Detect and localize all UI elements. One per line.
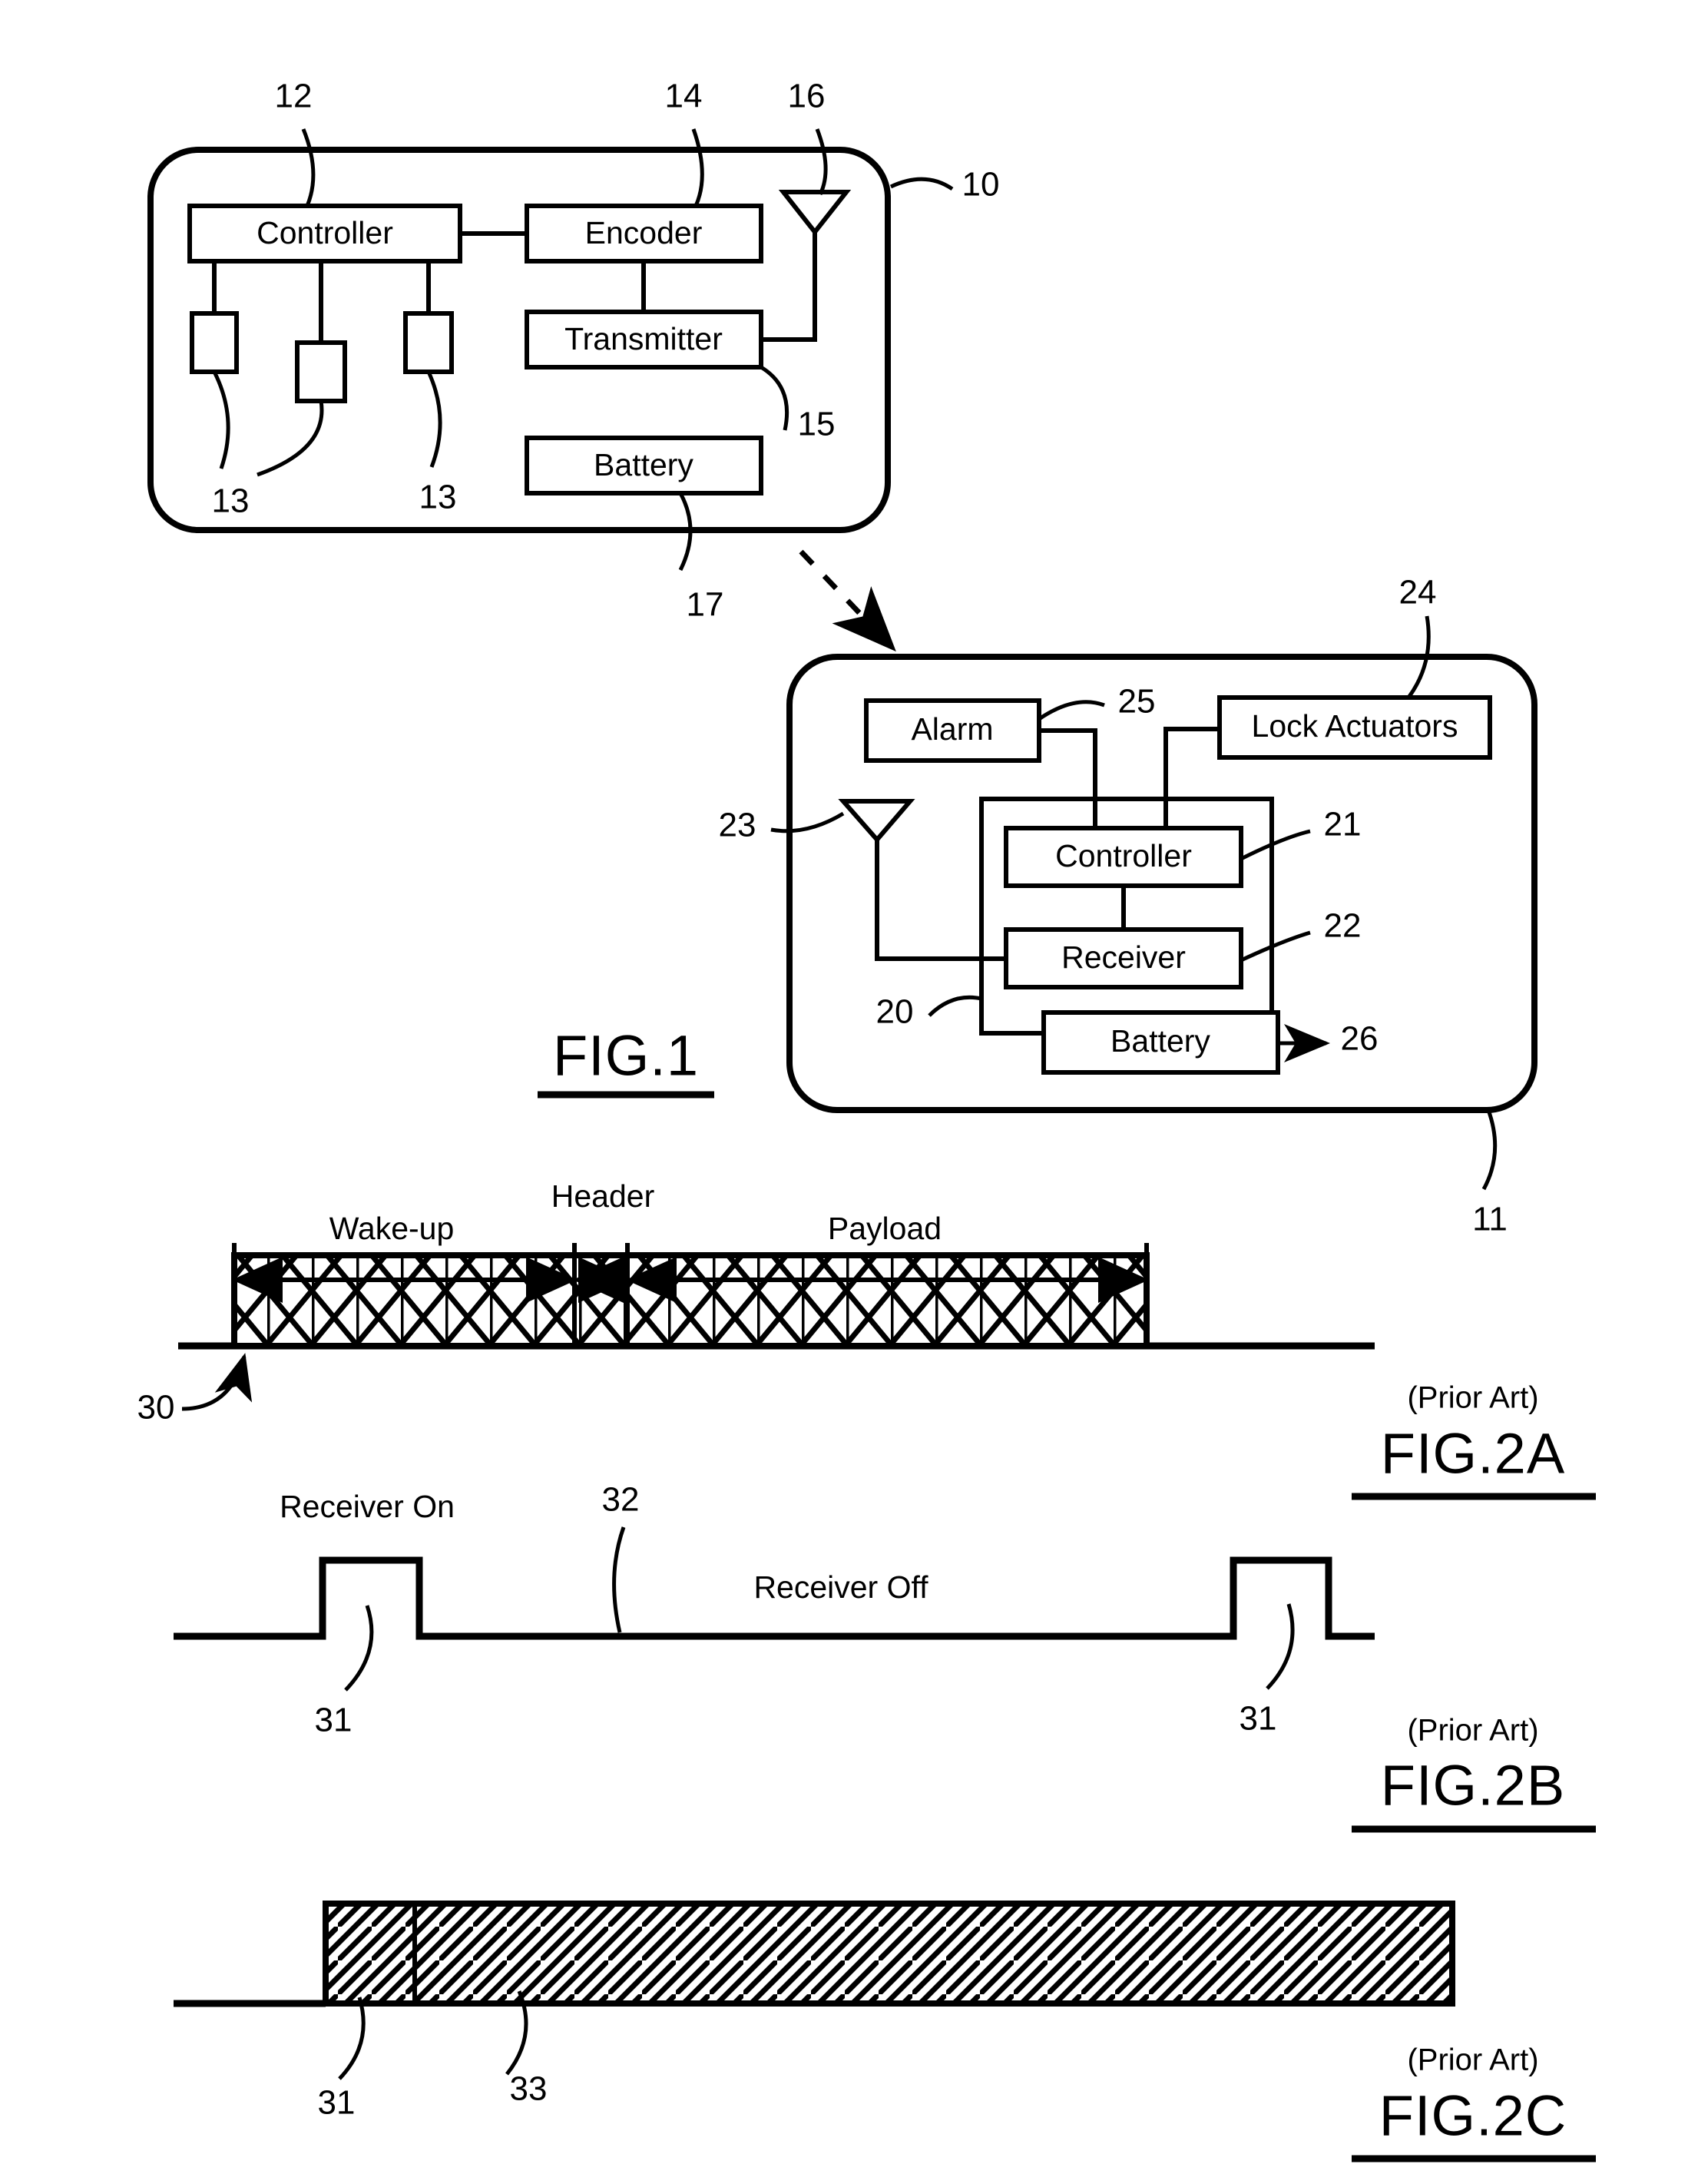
transmitter-transmitter-label: Transmitter [564,321,723,356]
ref-32: 32 [602,1481,640,1519]
leader-25 [1038,700,1105,721]
ref-11: 11 [1472,1201,1508,1238]
leader-31-right [1266,1603,1295,1690]
fig2a-signal-burst [231,1252,1150,1349]
fig2b-prior-art: (Prior Art) [1407,1714,1538,1748]
leader-14 [691,128,704,207]
ref-21: 21 [1324,806,1362,843]
ref-31-c: 31 [318,2084,356,2122]
fig2a-label-header: Header [551,1178,654,1214]
ref-23: 23 [719,807,756,844]
leader-31-c [338,1997,366,2080]
leader-13-b [257,400,324,477]
fig2a-label-wakeup: Wake-up [329,1211,455,1246]
fig2b-receiver-off-label: Receiver Off [753,1569,928,1605]
ref-22: 22 [1324,907,1362,945]
ref-10: 10 [962,166,1000,204]
fig2b-receiver-on-label: Receiver On [280,1489,455,1524]
ref-15: 15 [798,406,836,443]
transmitter-button-box-1[interactable] [190,311,239,374]
leader-16 [815,128,828,196]
ref-33: 33 [510,2070,548,2108]
leader-15 [760,365,789,431]
ref-14: 14 [665,78,703,115]
fig2a-prior-art: (Prior Art) [1407,1381,1538,1415]
fig2a-label-payload: Payload [828,1211,942,1246]
ref-31-right: 31 [1240,1700,1277,1738]
receiver-controller-label: Controller [1055,838,1192,873]
leader-20 [928,995,982,1017]
fig2a-caption-text: FIG.2A [1381,1422,1565,1486]
transmitter-battery-label: Battery [594,447,693,482]
leader-13-c [426,370,442,468]
transmitter-button-box-3[interactable] [403,311,454,374]
transmitter-encoder-label: Encoder [585,215,703,250]
leader-23 [770,811,845,833]
fig1-receiver-unit: Alarm Lock Actuators Controller Receiver… [719,574,1537,1238]
leader-11 [1481,1109,1498,1191]
ref-31-left: 31 [315,1702,353,1739]
ref-30: 30 [137,1389,175,1427]
fig2b: Receiver On Receiver Off 31 31 32 (Prior… [174,1481,1596,1833]
fig2b-caption-text: FIG.2B [1381,1754,1565,1818]
leader-10 [889,177,954,191]
ref-16: 16 [788,78,826,115]
receiver-lock-actuators-label: Lock Actuators [1252,708,1458,744]
leader-12 [301,128,316,207]
fig1-transmitter-unit: Controller Encoder Transmitter Battery 1… [147,78,1000,624]
receiver-receiver-label: Receiver [1061,940,1186,975]
transmitter-controller-label: Controller [257,215,393,250]
ref-12: 12 [275,78,313,115]
receiver-battery-label: Battery [1110,1023,1210,1059]
fig2c-caption-text: FIG.2C [1379,2084,1567,2148]
ref-17: 17 [687,586,724,624]
ref-20: 20 [876,993,914,1031]
fig1-caption-text: FIG.1 [553,1024,699,1088]
ref-25: 25 [1118,683,1156,721]
transmitter-button-box-2[interactable] [295,340,347,403]
ref-13-right: 13 [419,479,457,516]
fig2c-prior-art: (Prior Art) [1407,2043,1538,2077]
rf-link-dashed-arrow [799,549,896,652]
leader-31-left [344,1605,374,1692]
figure-canvas: Controller Encoder Transmitter Battery 1… [137,78,1596,2162]
receiver-alarm-label: Alarm [911,711,993,747]
ref-13-left: 13 [212,482,250,520]
fig2a: Wake-up Header Payload 30 (Prior Art) FI… [137,1178,1596,1500]
leader-13-a [212,370,230,469]
leader-32 [612,1526,626,1633]
ref-26: 26 [1341,1020,1379,1058]
transmitter-antenna-icon [761,190,852,342]
ref-24: 24 [1399,574,1437,611]
fig2c: 31 33 (Prior Art) FIG.2C [174,1901,1596,2162]
patent-drawing-sheet: Controller Encoder Transmitter Battery 1… [0,0,1698,2184]
fig2c-hatched-region [323,1901,1455,2007]
fig1-caption: FIG.1 [538,1024,714,1099]
leader-30 [181,1353,253,1411]
